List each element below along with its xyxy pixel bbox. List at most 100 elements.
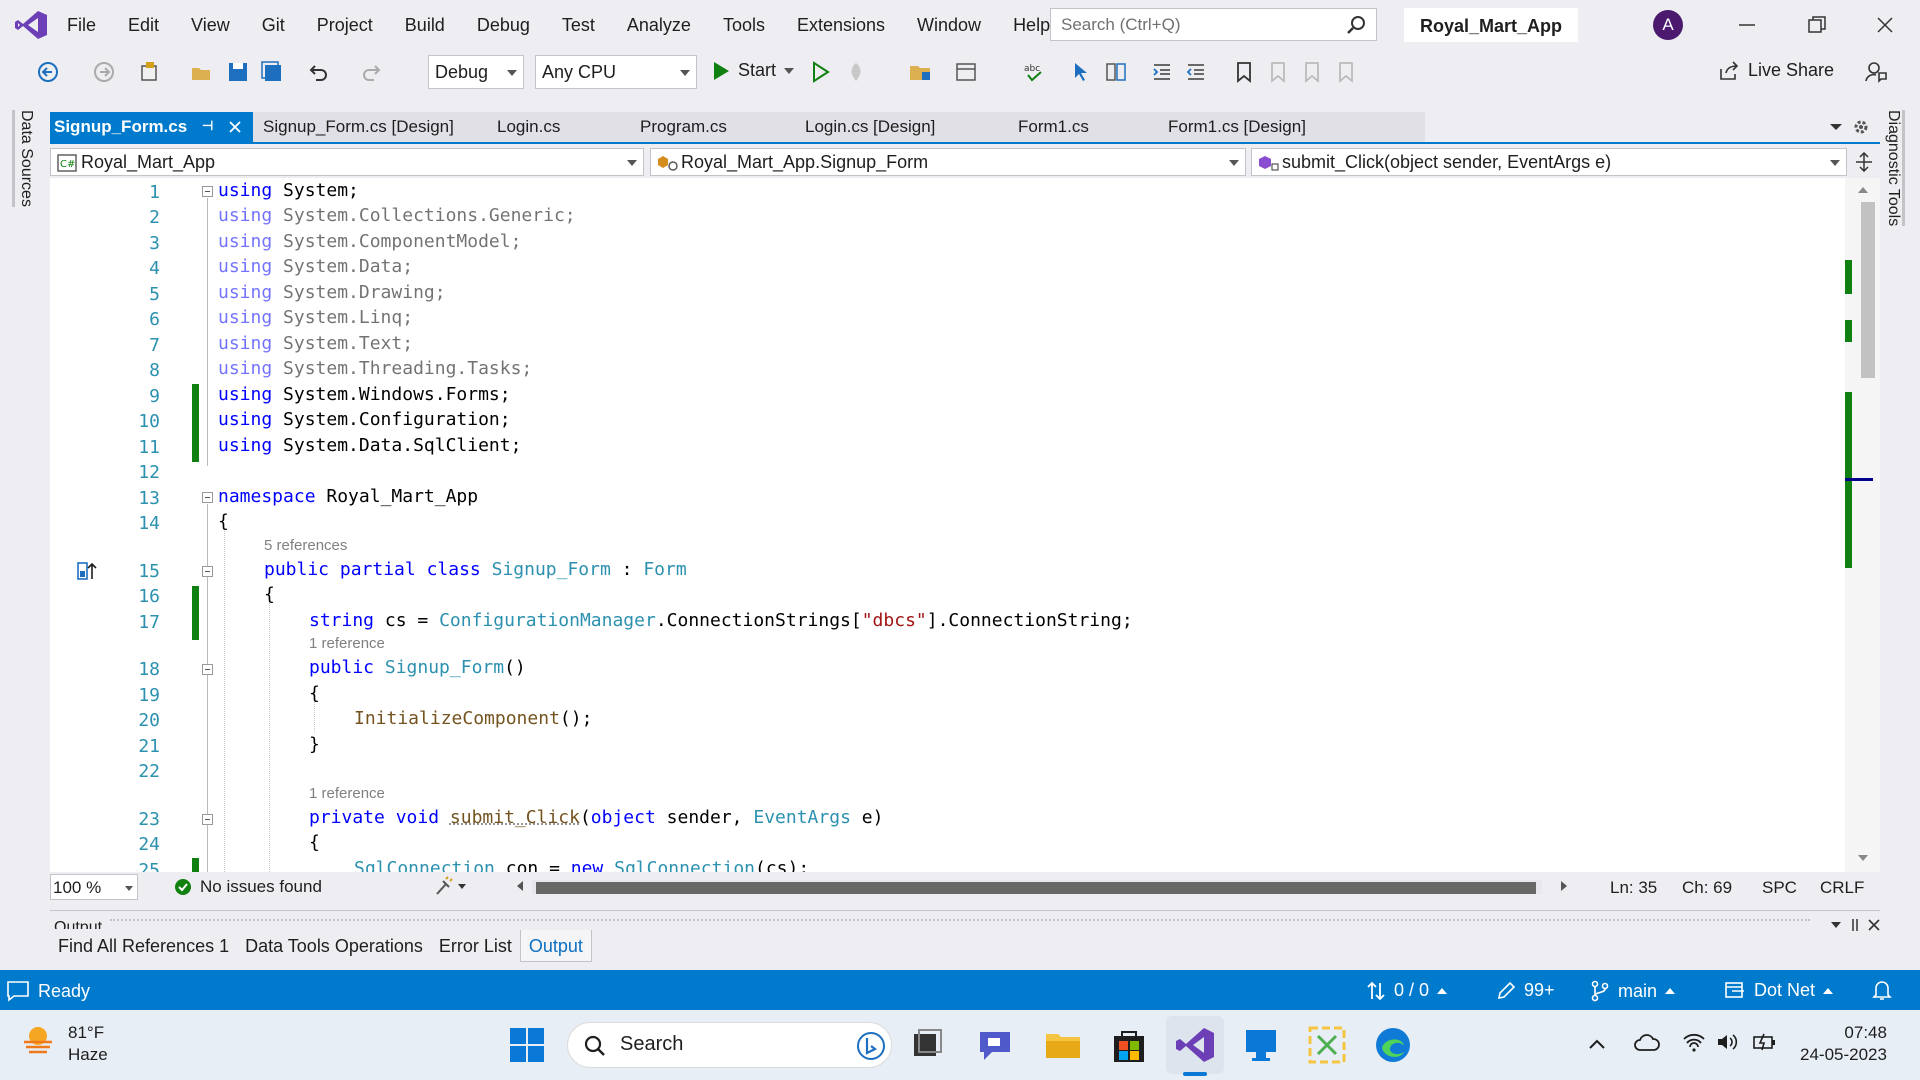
undo-icon[interactable]	[306, 60, 330, 84]
member-dropdown[interactable]: submit_Click(object sender, EventArgs e)	[1251, 148, 1847, 176]
collapse-usings-toggle[interactable]	[202, 186, 213, 197]
teams-chat-icon[interactable]	[974, 1024, 1016, 1066]
close-panel-icon[interactable]	[1868, 919, 1880, 931]
project-dropdown[interactable]: C# Royal_Mart_App	[50, 148, 644, 176]
line-ending-indicator[interactable]: CRLF	[1820, 878, 1864, 898]
bing-chat-icon[interactable]	[856, 1031, 886, 1061]
data-sources-tab[interactable]: Data Sources	[12, 110, 35, 207]
save-icon[interactable]	[226, 60, 250, 84]
horizontal-scroll-thumb[interactable]	[536, 882, 1536, 894]
tab-signup-form-design[interactable]: Signup_Form.cs [Design]	[253, 112, 494, 142]
minimize-icon[interactable]	[1736, 14, 1758, 36]
scroll-right-icon[interactable]	[1560, 880, 1568, 892]
platform-select[interactable]: Any CPU	[535, 55, 697, 89]
zoom-select[interactable]: 100 %	[50, 874, 138, 900]
column-indicator[interactable]: Ch: 69	[1682, 878, 1732, 898]
notifications-bell-icon[interactable]	[1872, 979, 1892, 1001]
visual-studio-logo-icon[interactable]	[14, 10, 48, 40]
class-references-codelens[interactable]: 5 references	[264, 537, 347, 554]
live-share-button[interactable]: Live Share	[1718, 60, 1834, 81]
microsoft-store-icon[interactable]	[1108, 1024, 1150, 1066]
code-cleanup-icon[interactable]	[434, 876, 468, 896]
menu-extensions[interactable]: Extensions	[782, 0, 902, 50]
collapse-method-toggle[interactable]	[202, 814, 213, 825]
tab-login-design[interactable]: Login.cs [Design]	[805, 112, 1018, 142]
solution-explorer-icon[interactable]	[908, 60, 932, 84]
branch-indicator[interactable]: main	[1590, 980, 1676, 1002]
menu-window[interactable]: Window	[902, 0, 998, 50]
redo-icon[interactable]	[360, 60, 384, 84]
weather-widget[interactable]: 81°F Haze	[20, 1022, 108, 1066]
outdent-icon[interactable]	[1184, 60, 1208, 84]
visual-studio-taskbar-icon[interactable]	[1174, 1024, 1216, 1066]
menu-edit[interactable]: Edit	[113, 0, 176, 50]
onedrive-cloud-icon[interactable]	[1634, 1034, 1660, 1052]
indent-icon[interactable]	[1150, 60, 1174, 84]
menu-project[interactable]: Project	[302, 0, 390, 50]
menu-file[interactable]: File	[52, 0, 113, 50]
snipping-tool-icon[interactable]	[1306, 1024, 1348, 1066]
navigate-back-icon[interactable]	[36, 60, 60, 84]
windows-start-icon[interactable]	[506, 1024, 548, 1066]
type-dropdown[interactable]: Royal_Mart_App.Signup_Form	[650, 148, 1246, 176]
pending-changes-indicator[interactable]: 99+	[1496, 980, 1555, 1001]
layout-icon[interactable]	[954, 60, 978, 84]
tab-list-dropdown-icon[interactable]	[1829, 122, 1843, 132]
scroll-left-icon[interactable]	[516, 880, 524, 892]
wifi-icon[interactable]	[1682, 1032, 1706, 1052]
feedback-icon[interactable]	[1864, 60, 1888, 84]
clear-bookmarks-icon[interactable]	[1334, 60, 1358, 84]
task-view-icon[interactable]	[906, 1024, 948, 1066]
bookmark-icon[interactable]	[1232, 60, 1256, 84]
ready-indicator[interactable]: Ready	[6, 980, 90, 1002]
volume-icon[interactable]	[1716, 1032, 1740, 1052]
scroll-thumb[interactable]	[1861, 202, 1875, 378]
settings-gear-icon[interactable]	[1852, 118, 1870, 136]
spell-check-icon[interactable]: abc	[1022, 60, 1046, 84]
account-avatar[interactable]: A	[1653, 10, 1683, 40]
scroll-up-icon[interactable]	[1857, 186, 1869, 194]
battery-icon[interactable]	[1752, 1032, 1778, 1052]
split-editor-icon[interactable]	[1855, 152, 1873, 172]
collapse-ctor-toggle[interactable]	[202, 664, 213, 675]
tab-login-cs[interactable]: Login.cs	[494, 112, 637, 142]
line-indicator[interactable]: Ln: 35	[1610, 878, 1657, 898]
new-project-icon[interactable]	[138, 60, 162, 84]
previous-bookmark-icon[interactable]	[1266, 60, 1290, 84]
file-explorer-icon[interactable]	[1042, 1024, 1084, 1066]
close-tab-icon[interactable]	[228, 120, 242, 134]
select-element-icon[interactable]	[1070, 60, 1094, 84]
tab-program-cs[interactable]: Program.cs	[637, 112, 805, 142]
remote-desktop-icon[interactable]	[1240, 1024, 1282, 1066]
open-file-icon[interactable]	[190, 60, 214, 84]
tab-output[interactable]: Output	[519, 930, 592, 962]
menu-git[interactable]: Git	[247, 0, 302, 50]
hot-reload-icon[interactable]	[844, 60, 868, 84]
collapse-class-toggle[interactable]	[202, 566, 213, 577]
editor-vertical-scrollbar[interactable]	[1845, 178, 1880, 872]
pin-panel-icon[interactable]	[1850, 919, 1860, 931]
menu-debug[interactable]: Debug	[462, 0, 547, 50]
system-tray-chevron-icon[interactable]	[1588, 1038, 1606, 1050]
method-references-codelens[interactable]: 1 reference	[309, 785, 385, 802]
collapse-namespace-toggle[interactable]	[202, 492, 213, 503]
save-all-icon[interactable]	[260, 60, 284, 84]
search-input[interactable]: Search (Ctrl+Q)	[1050, 8, 1377, 41]
tab-find-all-references[interactable]: Find All References 1	[50, 930, 237, 962]
menu-test[interactable]: Test	[547, 0, 612, 50]
menu-analyze[interactable]: Analyze	[612, 0, 708, 50]
menu-tools[interactable]: Tools	[708, 0, 782, 50]
next-bookmark-icon[interactable]	[1300, 60, 1324, 84]
menu-view[interactable]: View	[176, 0, 247, 50]
edge-browser-icon[interactable]	[1372, 1024, 1414, 1066]
repository-indicator[interactable]: Dot Net	[1724, 980, 1834, 1001]
tab-form1-design[interactable]: Form1.cs [Design]	[1168, 112, 1378, 142]
menu-build[interactable]: Build	[390, 0, 462, 50]
configuration-select[interactable]: Debug	[428, 55, 524, 89]
constructor-references-codelens[interactable]: 1 reference	[309, 635, 385, 652]
compare-icon[interactable]	[1104, 60, 1128, 84]
panel-dropdown-icon[interactable]	[1830, 921, 1842, 929]
diagnostic-tools-tab[interactable]: Diagnostic Tools	[1884, 110, 1905, 227]
system-clock[interactable]: 07:48 24-05-2023	[1800, 1022, 1887, 1066]
start-without-debugging-icon[interactable]	[808, 60, 832, 84]
